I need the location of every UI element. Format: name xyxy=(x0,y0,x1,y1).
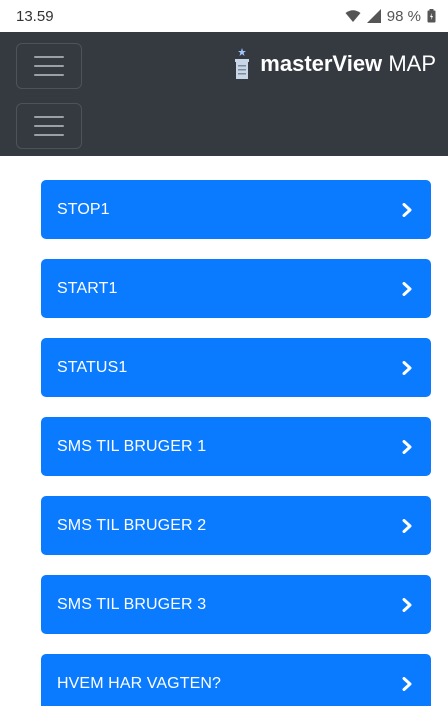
hamburger-icon-line xyxy=(34,134,64,136)
action-button-stop1[interactable]: STOP1 xyxy=(41,180,431,239)
chevron-right-icon xyxy=(401,281,413,296)
hamburger-icon-line xyxy=(34,74,64,76)
chevron-right-icon xyxy=(401,202,413,217)
brand-name-light: MAP xyxy=(388,51,436,76)
brand-title: masterView MAP xyxy=(260,53,436,75)
status-time: 13.59 xyxy=(16,7,54,25)
wifi-icon xyxy=(345,9,361,23)
chevron-right-icon xyxy=(401,518,413,533)
action-label: HVEM HAR VAGTEN? xyxy=(57,674,221,692)
action-label: SMS TIL BRUGER 1 xyxy=(57,437,207,455)
action-list: STOP1 START1 STATUS1 SMS TIL BRUGER 1 SM… xyxy=(41,180,431,706)
menu-toggle-button[interactable] xyxy=(16,43,82,89)
brand-name-bold: masterView xyxy=(260,51,383,76)
app-bar: masterView MAP xyxy=(0,32,448,156)
action-button-status1[interactable]: STATUS1 xyxy=(41,338,431,397)
action-label: SMS TIL BRUGER 3 xyxy=(57,595,207,613)
action-label: SMS TIL BRUGER 2 xyxy=(57,516,207,534)
status-bar: 13.59 98 % xyxy=(0,0,448,32)
action-button-sms-user-3[interactable]: SMS TIL BRUGER 3 xyxy=(41,575,431,634)
battery-percent: 98 % xyxy=(386,7,421,25)
action-label: STOP1 xyxy=(57,200,110,218)
chevron-right-icon xyxy=(401,360,413,375)
hamburger-icon-line xyxy=(34,56,64,58)
chevron-right-icon xyxy=(401,597,413,612)
action-label: STATUS1 xyxy=(57,358,128,376)
chevron-right-icon xyxy=(401,439,413,454)
action-button-start1[interactable]: START1 xyxy=(41,259,431,318)
action-button-sms-user-2[interactable]: SMS TIL BRUGER 2 xyxy=(41,496,431,555)
brand[interactable]: masterView MAP xyxy=(232,44,436,84)
signal-icon xyxy=(366,9,381,23)
status-icons: 98 % xyxy=(345,8,436,25)
action-button-who-is-on-duty[interactable]: HVEM HAR VAGTEN? xyxy=(41,654,431,706)
secondary-menu-toggle-button[interactable] xyxy=(16,103,82,149)
hamburger-icon-line xyxy=(34,125,64,127)
tower-icon xyxy=(232,48,252,80)
hamburger-icon-line xyxy=(34,65,64,67)
action-label: START1 xyxy=(57,279,118,297)
action-button-sms-user-1[interactable]: SMS TIL BRUGER 1 xyxy=(41,417,431,476)
hamburger-icon-line xyxy=(34,116,64,118)
chevron-right-icon xyxy=(401,676,413,691)
battery-icon xyxy=(427,9,436,23)
